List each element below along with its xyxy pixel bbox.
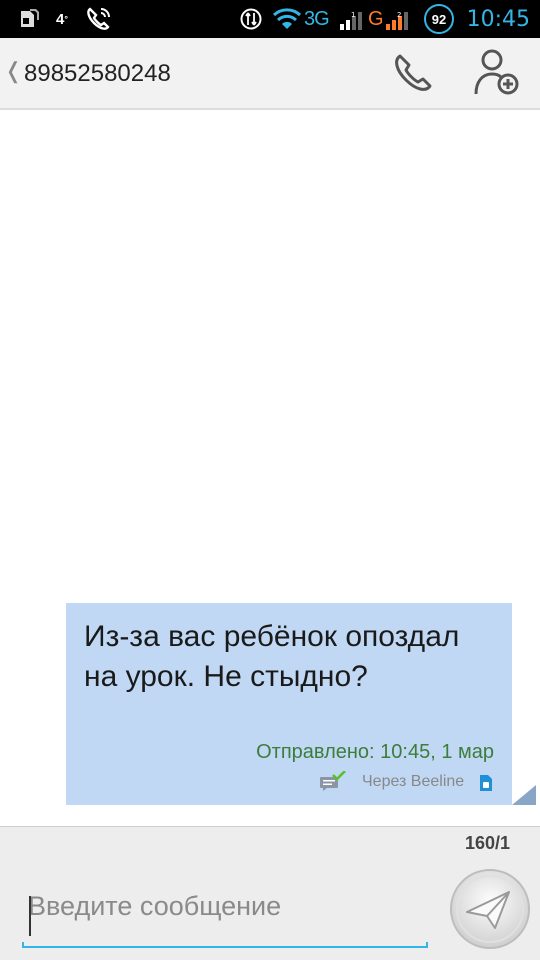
send-button[interactable] <box>449 868 531 950</box>
character-counter: 160/1 <box>464 833 510 853</box>
contact-title[interactable]: 89852580248 <box>24 60 171 88</box>
carrier-label: Через Beeline <box>362 773 465 790</box>
sim2-label: 2 <box>397 11 401 19</box>
data-sync-icon <box>240 8 262 30</box>
signal-icon-2: 2 <box>386 11 408 30</box>
action-bar: ❬ 89852580248 <box>0 38 540 110</box>
message-input[interactable] <box>28 866 426 946</box>
status-bar: 4 ° 3G 1 G 2 92 10:45 <box>0 0 540 38</box>
phone-icon[interactable] <box>388 48 440 100</box>
add-contact-icon[interactable] <box>470 46 526 102</box>
text-cursor <box>29 896 31 936</box>
back-chevron-icon[interactable]: ❬ <box>4 58 22 84</box>
wifi-icon <box>272 8 302 29</box>
clock: 10:45 <box>466 6 530 32</box>
message-status: Отправлено: 10:45, 1 мар <box>256 741 494 763</box>
temperature: 4 ° <box>56 10 68 28</box>
message-text: Из-за вас ребёнок опоздал на урок. Не ст… <box>84 620 460 693</box>
network-g-label: G <box>368 7 384 30</box>
delivered-icon <box>320 771 346 791</box>
network-3g-label: 3G <box>304 7 330 30</box>
signal-icon: 1 <box>340 11 362 30</box>
battery-indicator: 92 <box>424 4 454 34</box>
phone-call-icon <box>87 7 110 30</box>
sim-card-icon <box>480 775 492 791</box>
sim1-label: 1 <box>351 11 355 19</box>
message-bubble[interactable]: Из-за вас ребёнок опоздал на урок. Не ст… <box>66 603 512 805</box>
input-underline <box>22 942 428 948</box>
bubble-tail <box>512 785 536 805</box>
sim-card-icon <box>21 9 39 27</box>
